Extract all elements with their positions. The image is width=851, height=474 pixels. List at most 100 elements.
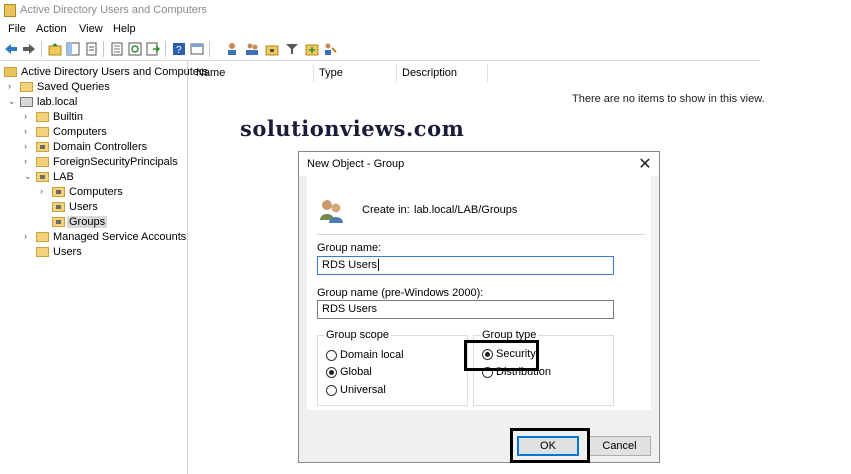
column-header-type[interactable]: Type (319, 67, 343, 79)
security-highlight-box (464, 340, 539, 371)
ou-icon (52, 217, 65, 227)
toolbar-separator (41, 41, 42, 57)
ou-icon (52, 202, 65, 212)
svg-text:?: ? (176, 45, 182, 56)
group-icon (320, 200, 343, 223)
column-divider[interactable] (313, 64, 314, 82)
close-icon[interactable]: ✕ (637, 154, 653, 174)
tree-label: Computers (53, 126, 107, 138)
toolbar-separator (103, 41, 104, 57)
radio-button[interactable] (326, 350, 337, 361)
new-group-icon[interactable] (245, 42, 259, 56)
chevron-right-icon[interactable]: › (24, 231, 34, 241)
title-bar: Active Directory Users and Computers (0, 0, 851, 20)
menu-help[interactable]: Help (113, 23, 136, 35)
back-arrow-icon[interactable] (4, 42, 18, 56)
watermark: solutionviews.com (240, 116, 465, 141)
tree-label: Saved Queries (37, 81, 110, 93)
chevron-down-icon[interactable]: ⌄ (24, 171, 34, 182)
folder-icon (36, 157, 49, 167)
pre2000-name-value: RDS Users (322, 303, 378, 315)
chevron-right-icon[interactable]: › (40, 186, 50, 196)
mmc-icon[interactable] (190, 42, 204, 56)
tree-label: Builtin (53, 111, 83, 123)
show-tree-icon[interactable] (66, 42, 80, 56)
chevron-right-icon[interactable]: › (24, 111, 34, 121)
dialog-title-bar[interactable]: New Object - Group ✕ (299, 152, 659, 176)
ou-icon (52, 187, 65, 197)
text-cursor (378, 259, 380, 272)
new-object-group-dialog: New Object - Group ✕ Create in: lab.loca… (298, 151, 660, 463)
refresh-icon[interactable] (128, 42, 142, 56)
chevron-right-icon[interactable]: › (24, 141, 34, 151)
tree-label: Users (53, 246, 82, 258)
tree-label: Users (69, 201, 98, 213)
pre2000-name-label: Group name (pre-Windows 2000): (317, 287, 484, 299)
tree-label: ForeignSecurityPrincipals (53, 156, 178, 168)
group-name-label: Group name: (317, 242, 382, 254)
menu-action[interactable]: Action (36, 23, 67, 35)
menu-bar: File Action View Help (0, 20, 851, 38)
ou-icon (36, 172, 49, 182)
new-user-icon[interactable] (225, 42, 239, 56)
export-list-icon[interactable] (110, 42, 124, 56)
delegate-icon[interactable] (323, 42, 337, 56)
app-icon (4, 4, 16, 17)
folder-icon (36, 127, 49, 137)
menu-file[interactable]: File (8, 23, 26, 35)
folder-icon (36, 232, 49, 242)
tree-label: Computers (69, 186, 123, 198)
window-title: Active Directory Users and Computers (20, 4, 208, 16)
cancel-button[interactable]: Cancel (588, 436, 651, 456)
column-divider[interactable] (396, 64, 397, 82)
menu-view[interactable]: View (79, 23, 103, 35)
console-icon (4, 67, 17, 77)
add-to-group-icon[interactable] (305, 42, 319, 56)
radio-button-selected[interactable] (326, 367, 337, 378)
radio-label: Universal (340, 384, 386, 396)
toolbar-separator (165, 41, 166, 57)
tree-label: LAB (53, 171, 74, 183)
chevron-right-icon[interactable]: › (24, 156, 34, 166)
tree-label: Domain Controllers (53, 141, 148, 153)
separator (317, 234, 645, 235)
tree-label: Managed Service Accounts (53, 231, 187, 243)
toolbar-separator (209, 41, 210, 57)
group-scope-box: Group scope Domain local Global Universa… (317, 329, 468, 406)
ok-highlight-box (510, 428, 590, 463)
folder-icon (20, 82, 33, 92)
radio-label: Domain local (340, 349, 404, 361)
forward-arrow-icon[interactable] (22, 42, 36, 56)
properties-icon[interactable] (84, 42, 98, 56)
group-scope-title: Group scope (324, 329, 391, 341)
filter-icon[interactable] (285, 42, 299, 56)
chevron-right-icon[interactable]: › (24, 126, 34, 136)
chevron-down-icon[interactable]: ⌄ (8, 96, 18, 107)
up-folder-icon[interactable] (48, 42, 62, 56)
create-in-label: Create in: (362, 204, 410, 216)
help-icon[interactable]: ? (172, 42, 186, 56)
pre2000-name-input[interactable]: RDS Users (317, 300, 614, 319)
ou-icon (36, 142, 49, 152)
export-icon[interactable] (146, 42, 160, 56)
domain-icon (20, 97, 33, 107)
folder-icon (36, 247, 49, 257)
dialog-title: New Object - Group (307, 158, 405, 170)
toolbar: ? (0, 38, 760, 61)
column-header-name[interactable]: Name (196, 67, 225, 79)
column-header-description[interactable]: Description (402, 67, 457, 79)
tree-label: Active Directory Users and Computers (21, 66, 209, 78)
group-name-input[interactable]: RDS Users (317, 256, 614, 275)
radio-button[interactable] (326, 385, 337, 396)
column-divider[interactable] (487, 64, 488, 82)
tree-label: Groups (67, 216, 108, 228)
dialog-content: Create in: lab.local/LAB/Groups Group na… (307, 176, 651, 410)
empty-list-message: There are no items to show in this view. (572, 93, 765, 105)
radio-label: Global (340, 366, 372, 378)
folder-icon (36, 112, 49, 122)
tree-label: lab.local (37, 96, 78, 108)
chevron-right-icon[interactable]: › (8, 81, 18, 91)
new-ou-icon[interactable] (265, 42, 279, 56)
console-tree: Active Directory Users and Computers › S… (0, 61, 208, 474)
group-name-value: RDS Users (322, 259, 378, 271)
